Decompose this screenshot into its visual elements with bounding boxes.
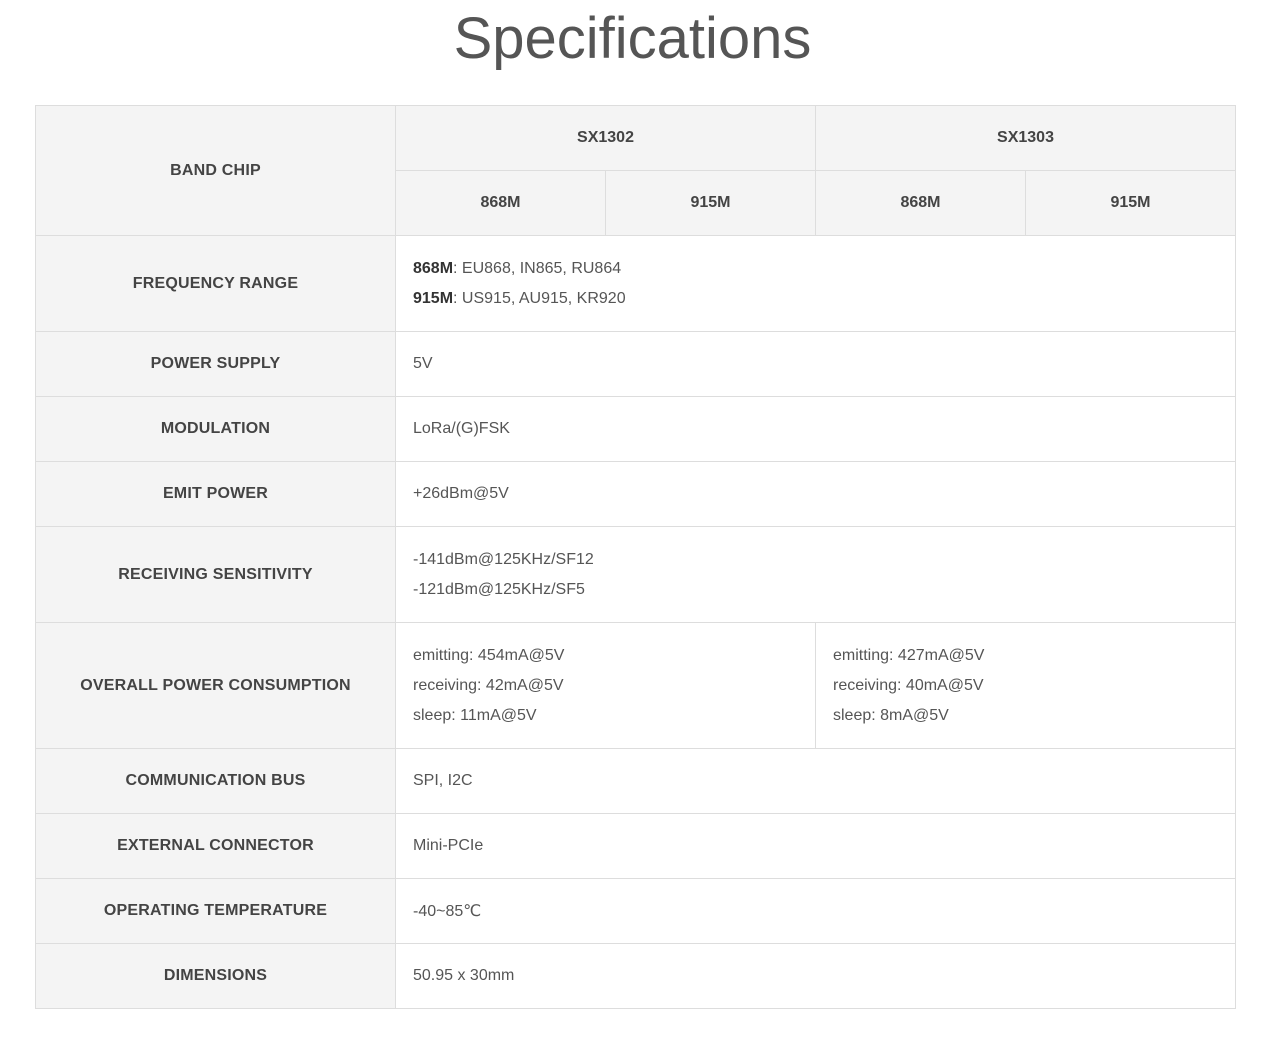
sx1303-sleep: sleep: 8mA@5V [833, 706, 949, 724]
communication-bus-label: COMMUNICATION BUS [35, 748, 396, 814]
power-supply-label: POWER SUPPLY [35, 331, 396, 397]
sx1303-emitting: emitting: 427mA@5V [833, 646, 985, 664]
chip-sx1302: SX1302 [395, 105, 816, 171]
table-row-operating-temperature: OPERATING TEMPERATURE -40~85℃ [35, 878, 1236, 944]
band-sx1302-915: 915M [605, 170, 816, 236]
operating-temperature-label: OPERATING TEMPERATURE [35, 878, 396, 944]
table-row-receiving-sensitivity: RECEIVING SENSITIVITY -141dBm@125KHz/SF1… [35, 526, 1236, 623]
external-connector-value: Mini-PCIe [395, 813, 1236, 879]
sx1302-receiving: receiving: 42mA@5V [413, 676, 564, 694]
table-row-power-supply: POWER SUPPLY 5V [35, 331, 1236, 397]
frequency-range-value: 868M: EU868, IN865, RU864 915M: US915, A… [395, 235, 1236, 332]
table-row-external-connector: EXTERNAL CONNECTOR Mini-PCIe [35, 813, 1236, 879]
sx1302-emitting: emitting: 454mA@5V [413, 646, 565, 664]
power-consumption-sx1303: emitting: 427mA@5V receiving: 40mA@5V sl… [815, 622, 1236, 749]
band-sx1302-868: 868M [395, 170, 606, 236]
dimensions-label: DIMENSIONS [35, 943, 396, 1009]
band-sx1303-868: 868M [815, 170, 1026, 236]
frequency-range-label: FREQUENCY RANGE [35, 235, 396, 332]
frequency-line-915: 915M: US915, AU915, KR920 [413, 284, 1235, 314]
table-row-dimensions: DIMENSIONS 50.95 x 30mm [35, 943, 1236, 1009]
modulation-value: LoRa/(G)FSK [395, 396, 1236, 462]
operating-temperature-value: -40~85℃ [395, 878, 1236, 944]
sensitivity-line-2: -121dBm@125KHz/SF5 [413, 580, 585, 598]
table-row-chip: BAND CHIP SX1302 SX1303 [35, 105, 1236, 236]
dimensions-value: 50.95 x 30mm [395, 943, 1236, 1009]
modulation-label: MODULATION [35, 396, 396, 462]
power-consumption-sx1302: emitting: 454mA@5V receiving: 42mA@5V sl… [395, 622, 816, 749]
page-title: Specifications [453, 6, 812, 71]
receiving-sensitivity-label: RECEIVING SENSITIVITY [35, 526, 396, 623]
sx1303-receiving: receiving: 40mA@5V [833, 676, 984, 694]
band-sx1303-915: 915M [1025, 170, 1236, 236]
band-chip-label: BAND CHIP [35, 105, 396, 236]
specifications-table: BAND CHIP SX1302 SX1303 868M 915M 868M 9… [35, 105, 1236, 1009]
table-row-overall-power-consumption: OVERALL POWER CONSUMPTION emitting: 454m… [35, 622, 1236, 749]
frequency-key-868: 868M [413, 259, 454, 277]
frequency-line-868: 868M: EU868, IN865, RU864 [413, 254, 1235, 284]
overall-power-consumption-label: OVERALL POWER CONSUMPTION [35, 622, 396, 749]
sx1302-sleep: sleep: 11mA@5V [413, 706, 537, 724]
emit-power-label: EMIT POWER [35, 461, 396, 527]
sensitivity-line-1: -141dBm@125KHz/SF12 [413, 550, 594, 568]
frequency-key-915: 915M [413, 289, 454, 307]
chip-sx1303: SX1303 [815, 105, 1236, 171]
frequency-value-868: : EU868, IN865, RU864 [453, 259, 622, 277]
table-row-modulation: MODULATION LoRa/(G)FSK [35, 396, 1236, 462]
table-row-emit-power: EMIT POWER +26dBm@5V [35, 461, 1236, 527]
table-row-communication-bus: COMMUNICATION BUS SPI, I2C [35, 748, 1236, 814]
power-supply-value: 5V [395, 331, 1236, 397]
table-row-frequency-range: FREQUENCY RANGE 868M: EU868, IN865, RU86… [35, 235, 1236, 332]
external-connector-label: EXTERNAL CONNECTOR [35, 813, 396, 879]
communication-bus-value: SPI, I2C [395, 748, 1236, 814]
emit-power-value: +26dBm@5V [395, 461, 1236, 527]
frequency-value-915: : US915, AU915, KR920 [453, 289, 626, 307]
receiving-sensitivity-value: -141dBm@125KHz/SF12 -121dBm@125KHz/SF5 [395, 526, 1236, 623]
